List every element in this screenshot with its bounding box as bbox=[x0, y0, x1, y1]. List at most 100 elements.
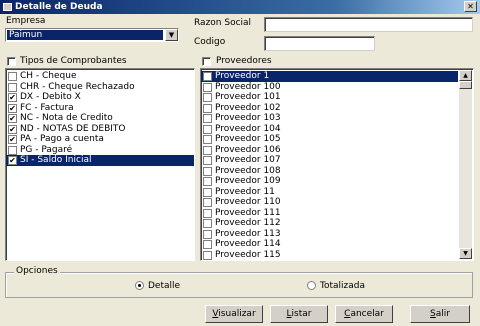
proveedor-item[interactable]: Proveedor 113 bbox=[201, 229, 458, 240]
proveedor-item-label: Proveedor 112 bbox=[215, 218, 281, 228]
tipos-item[interactable]: ✔ ND - NOTAS DE DEBITO bbox=[6, 124, 194, 135]
tipos-item[interactable]: PG - Pagaré bbox=[6, 145, 194, 156]
cancelar-button[interactable]: Cancelar bbox=[335, 305, 393, 323]
tipos-item[interactable]: CH - Cheque bbox=[6, 71, 194, 82]
proveedor-item-label: Proveedor 105 bbox=[215, 134, 281, 144]
tipos-list[interactable]: CH - Cheque CHR - Cheque Rechazado ✔ DX - D… bbox=[5, 68, 195, 261]
tipos-item[interactable]: ✔ NC - Nota de Credito bbox=[6, 113, 194, 124]
tipos-item[interactable]: ✔ FC - Factura bbox=[6, 103, 194, 114]
window-title: Detalle de Deuda bbox=[15, 2, 103, 12]
proveedor-item[interactable]: Proveedor 106 bbox=[201, 145, 458, 156]
proveedor-item-checkbox[interactable] bbox=[203, 187, 212, 197]
tipos-item-checkbox[interactable] bbox=[8, 145, 17, 155]
empresa-select[interactable]: Paimun ▼ bbox=[5, 28, 179, 42]
tipos-item-checkbox[interactable]: ✔ bbox=[8, 124, 17, 134]
close-button[interactable]: ✕ bbox=[464, 1, 477, 12]
proveedor-item-label: Proveedor 113 bbox=[215, 228, 281, 239]
tipos-item[interactable]: ✔ SI - Saldo Inicial bbox=[6, 155, 194, 166]
proveedor-item-checkbox[interactable] bbox=[203, 82, 212, 92]
salir-button[interactable]: Salir bbox=[410, 305, 470, 323]
proveedor-item-checkbox[interactable] bbox=[203, 240, 212, 249]
tipos-item-checkbox[interactable]: ✔ bbox=[8, 114, 17, 123]
tipos-item-checkbox[interactable]: ✔ bbox=[8, 103, 17, 113]
tipos-select-all-checkbox[interactable] bbox=[7, 57, 16, 66]
proveedor-item-checkbox[interactable] bbox=[203, 229, 212, 239]
tipos-item-checkbox[interactable]: ✔ bbox=[8, 135, 17, 144]
tipos-item-label: SI - Saldo Inicial bbox=[20, 155, 92, 165]
proveedores-scrollbar[interactable]: ▲ ▼ bbox=[459, 70, 472, 259]
close-icon: ✕ bbox=[467, 2, 474, 11]
proveedor-item-checkbox[interactable] bbox=[203, 145, 212, 155]
proveedor-item[interactable]: Proveedor 11 bbox=[201, 187, 458, 198]
proveedor-item-checkbox[interactable] bbox=[203, 219, 212, 228]
proveedor-item[interactable]: Proveedor 102 bbox=[201, 103, 458, 114]
proveedor-item-label: Proveedor 104 bbox=[215, 123, 281, 134]
tipos-item[interactable]: ✔ PA - Pago a cuenta bbox=[6, 134, 194, 145]
opciones-group bbox=[5, 272, 473, 298]
proveedor-item[interactable]: Proveedor 109 bbox=[201, 176, 458, 187]
listar-button[interactable]: Listar bbox=[270, 305, 328, 323]
proveedor-item[interactable]: Proveedor 112 bbox=[201, 218, 458, 229]
scroll-up-button[interactable]: ▲ bbox=[459, 70, 472, 81]
proveedor-item[interactable]: Proveedor 1 bbox=[201, 71, 458, 82]
cancelar-label: ancelar bbox=[350, 309, 384, 319]
proveedor-item-checkbox[interactable] bbox=[203, 177, 212, 186]
scroll-down-button[interactable]: ▼ bbox=[459, 248, 472, 259]
proveedores-label: Proveedores bbox=[216, 56, 272, 66]
proveedor-item[interactable]: Proveedor 101 bbox=[201, 92, 458, 103]
proveedor-item[interactable]: Proveedor 108 bbox=[201, 166, 458, 177]
proveedor-item-checkbox[interactable] bbox=[203, 198, 212, 207]
listar-label: istar bbox=[291, 309, 312, 319]
tipos-items: CH - Cheque CHR - Cheque Rechazado ✔ DX - D… bbox=[6, 69, 194, 166]
visualizar-label: isualizar bbox=[218, 309, 256, 319]
proveedor-item[interactable]: Proveedor 115 bbox=[201, 250, 458, 261]
proveedor-item-label: Proveedor 109 bbox=[215, 176, 281, 186]
proveedor-item-label: Proveedor 106 bbox=[215, 144, 281, 155]
proveedor-item-label: Proveedor 107 bbox=[215, 155, 281, 165]
proveedor-item-checkbox[interactable] bbox=[203, 93, 212, 102]
proveedor-item-label: Proveedor 101 bbox=[215, 92, 281, 102]
tipos-item-label: CHR - Cheque Rechazado bbox=[20, 81, 135, 92]
tipos-item-checkbox[interactable] bbox=[8, 72, 17, 81]
empresa-selected-value: Paimun bbox=[7, 30, 163, 40]
tipos-item-label: PG - Pagaré bbox=[20, 144, 73, 155]
tipos-item-checkbox[interactable] bbox=[8, 82, 17, 92]
proveedor-item[interactable]: Proveedor 114 bbox=[201, 239, 458, 250]
detalle-radio[interactable] bbox=[135, 281, 144, 290]
proveedor-item-checkbox[interactable] bbox=[203, 156, 212, 165]
proveedor-item-checkbox[interactable] bbox=[203, 250, 212, 260]
proveedor-item[interactable]: Proveedor 100 bbox=[201, 82, 458, 93]
codigo-field[interactable] bbox=[264, 36, 375, 51]
proveedor-item[interactable]: Proveedor 111 bbox=[201, 208, 458, 219]
tipos-item[interactable]: ✔ DX - Debito X bbox=[6, 92, 194, 103]
razon-social-field[interactable] bbox=[264, 17, 473, 32]
proveedor-item-checkbox[interactable] bbox=[203, 72, 212, 81]
proveedor-item[interactable]: Proveedor 110 bbox=[201, 197, 458, 208]
visualizar-button[interactable]: Visualizar bbox=[205, 305, 263, 323]
tipos-item-checkbox[interactable]: ✔ bbox=[8, 156, 17, 165]
proveedores-select-all-checkbox[interactable] bbox=[202, 57, 211, 66]
proveedor-item-checkbox[interactable] bbox=[203, 114, 212, 123]
tipos-item[interactable]: CHR - Cheque Rechazado bbox=[6, 82, 194, 93]
proveedor-item-checkbox[interactable] bbox=[203, 166, 212, 176]
empresa-label: Empresa bbox=[6, 16, 46, 26]
empresa-dropdown-button[interactable]: ▼ bbox=[165, 29, 178, 41]
proveedores-list[interactable]: Proveedor 1 Proveedor 100 Proveedor 101 Pro… bbox=[200, 68, 474, 261]
proveedor-item-checkbox[interactable] bbox=[203, 103, 212, 113]
tipos-item-checkbox[interactable]: ✔ bbox=[8, 93, 17, 102]
proveedor-item[interactable]: Proveedor 107 bbox=[201, 155, 458, 166]
arrow-down-icon: ▼ bbox=[463, 250, 468, 257]
scroll-thumb[interactable] bbox=[459, 81, 472, 89]
proveedor-item[interactable]: Proveedor 104 bbox=[201, 124, 458, 135]
tipos-item-label: ND - NOTAS DE DEBITO bbox=[20, 123, 126, 134]
proveedor-item[interactable]: Proveedor 103 bbox=[201, 113, 458, 124]
proveedor-item-checkbox[interactable] bbox=[203, 208, 212, 218]
totalizada-radio[interactable] bbox=[307, 281, 316, 290]
proveedor-item-label: Proveedor 100 bbox=[215, 81, 281, 92]
proveedor-item[interactable]: Proveedor 105 bbox=[201, 134, 458, 145]
proveedor-item-checkbox[interactable] bbox=[203, 124, 212, 134]
chevron-down-icon: ▼ bbox=[168, 31, 175, 39]
proveedor-item-checkbox[interactable] bbox=[203, 135, 212, 144]
proveedor-item-label: Proveedor 103 bbox=[215, 113, 281, 123]
app-icon bbox=[3, 3, 12, 11]
